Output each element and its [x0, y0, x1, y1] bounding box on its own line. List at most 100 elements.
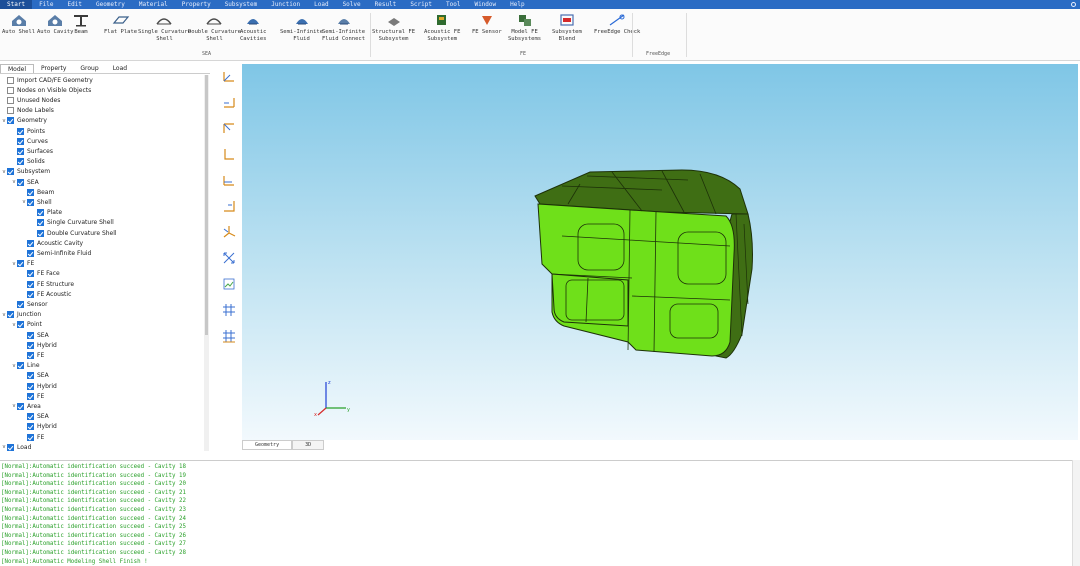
menu-start[interactable]: Start: [0, 0, 33, 9]
tree-checkbox[interactable]: [27, 188, 34, 196]
tree-item[interactable]: v Area: [11, 401, 41, 411]
tree-item[interactable]: Acoustic Cavity: [21, 238, 83, 248]
menu-solve[interactable]: Solve: [336, 0, 368, 9]
tree-item[interactable]: Double Curvature Shell: [31, 228, 117, 238]
tab-load[interactable]: Load: [106, 64, 134, 73]
tree-checkbox[interactable]: [7, 107, 14, 115]
tree-item[interactable]: Surfaces: [11, 146, 53, 156]
tree-item[interactable]: Hybrid: [21, 422, 57, 432]
tree-checkbox[interactable]: [27, 382, 34, 390]
flat-plate-button[interactable]: Flat Plate: [104, 12, 137, 36]
subsystem-blend-button[interactable]: Subsystem Blend: [552, 12, 582, 42]
cavity-model[interactable]: [242, 64, 1078, 440]
zoom-box-icon[interactable]: [221, 276, 237, 292]
single-curvature-shell-button[interactable]: Single Curvature Shell: [138, 12, 191, 42]
tab-model[interactable]: Model: [0, 64, 35, 73]
tree-checkbox[interactable]: [17, 127, 24, 135]
view-back-icon[interactable]: [221, 94, 237, 110]
tree-item[interactable]: SEA: [21, 412, 49, 422]
tree-checkbox[interactable]: [27, 413, 34, 421]
tree-checkbox[interactable]: [37, 209, 44, 217]
menu-geometry[interactable]: Geometry: [89, 0, 132, 9]
menu-subsystem[interactable]: Subsystem: [218, 0, 265, 9]
freeedge-check-button[interactable]: FreeEdge Check: [594, 12, 640, 36]
tree-checkbox[interactable]: [17, 300, 24, 308]
tree-item[interactable]: v SEA: [11, 177, 39, 187]
tree-checkbox[interactable]: [27, 249, 34, 257]
tree-item[interactable]: Nodes on Visible Objects: [1, 85, 91, 95]
menu-file[interactable]: File: [32, 0, 60, 9]
grid-icon[interactable]: [221, 302, 237, 318]
semi-infinite-fluid-button[interactable]: Semi-Infinite Fluid: [280, 12, 323, 42]
tree-item[interactable]: Beam: [21, 187, 54, 197]
acoustic-cavities-button[interactable]: Acoustic Cavities: [240, 12, 267, 42]
tree-item[interactable]: FE: [21, 391, 44, 401]
tree-checkbox[interactable]: [7, 117, 14, 125]
tree-item[interactable]: v Shell: [21, 197, 52, 207]
tree-checkbox[interactable]: [27, 341, 34, 349]
acoustic-fe-subsystem-button[interactable]: Acoustic FE Subsystem: [424, 12, 460, 42]
tree-item[interactable]: Curves: [11, 136, 48, 146]
fit-view-icon[interactable]: [221, 250, 237, 266]
tree-scrollbar[interactable]: [204, 75, 209, 451]
tree-checkbox[interactable]: [17, 178, 24, 186]
tree-checkbox[interactable]: [17, 321, 24, 329]
help-icon[interactable]: [1071, 2, 1076, 7]
auto-shell-button[interactable]: Auto Shell: [2, 12, 35, 36]
console-scrollbar[interactable]: [1072, 460, 1080, 566]
tree-checkbox[interactable]: [7, 86, 14, 94]
tab-property[interactable]: Property: [34, 64, 73, 73]
menu-property[interactable]: Property: [175, 0, 218, 9]
tree-checkbox[interactable]: [7, 443, 14, 451]
tree-item[interactable]: FE Structure: [21, 279, 74, 289]
tree-item[interactable]: Semi-Infinite Fluid: [21, 248, 91, 258]
tree-item[interactable]: Plate: [31, 208, 62, 218]
tree-checkbox[interactable]: [27, 372, 34, 380]
tree-item[interactable]: SEA: [21, 330, 49, 340]
model-fe-subsystems-button[interactable]: Model FE Subsystems: [508, 12, 541, 42]
tree-item[interactable]: FE Acoustic: [21, 289, 71, 299]
beam-button[interactable]: Beam: [72, 12, 90, 36]
tree-checkbox[interactable]: [17, 260, 24, 268]
tree-checkbox[interactable]: [27, 270, 34, 278]
tree-item[interactable]: FE: [21, 350, 44, 360]
tree-checkbox[interactable]: [27, 198, 34, 206]
3d-viewport[interactable]: z y x: [242, 64, 1078, 440]
menu-edit[interactable]: Edit: [61, 0, 89, 9]
tree-item[interactable]: Points: [11, 126, 45, 136]
tree-checkbox[interactable]: [7, 168, 14, 176]
tree-checkbox[interactable]: [37, 229, 44, 237]
tree-checkbox[interactable]: [27, 290, 34, 298]
tree-item[interactable]: Hybrid: [21, 381, 57, 391]
tree-item[interactable]: SEA: [21, 371, 49, 381]
tree-item[interactable]: v Junction: [1, 310, 41, 320]
tree-checkbox[interactable]: [27, 331, 34, 339]
tree-item[interactable]: FE: [21, 432, 44, 442]
tree-checkbox[interactable]: [7, 76, 14, 84]
tree-checkbox[interactable]: [7, 311, 14, 319]
double-curvature-shell-button[interactable]: Double Curvature Shell: [188, 12, 241, 42]
tree-checkbox[interactable]: [7, 96, 14, 104]
tree-scroll-thumb[interactable]: [205, 75, 208, 335]
tree-checkbox[interactable]: [27, 392, 34, 400]
view-bottom-icon[interactable]: [221, 198, 237, 214]
tree-item[interactable]: v Subsystem: [1, 167, 50, 177]
menu-junction[interactable]: Junction: [264, 0, 307, 9]
tab-group[interactable]: Group: [73, 64, 105, 73]
tree-checkbox[interactable]: [17, 402, 24, 410]
tree-item[interactable]: FE Face: [21, 269, 60, 279]
view-front-icon[interactable]: [221, 68, 237, 84]
structural-fe-subsystem-button[interactable]: Structural FE Subsystem: [372, 12, 415, 42]
tree-checkbox[interactable]: [27, 280, 34, 288]
menu-script[interactable]: Script: [403, 0, 439, 9]
tree-checkbox[interactable]: [27, 239, 34, 247]
tree-checkbox[interactable]: [27, 351, 34, 359]
menu-material[interactable]: Material: [132, 0, 175, 9]
tree-item[interactable]: v Load: [1, 442, 31, 451]
semi-infinite-fluid-connect-button[interactable]: Semi-Infinite Fluid Connect: [322, 12, 365, 42]
tree-checkbox[interactable]: [37, 219, 44, 227]
tree-checkbox[interactable]: [17, 158, 24, 166]
tree-item[interactable]: v Geometry: [1, 116, 47, 126]
tree-item[interactable]: v Line: [11, 361, 40, 371]
menu-help[interactable]: Help: [503, 0, 531, 9]
